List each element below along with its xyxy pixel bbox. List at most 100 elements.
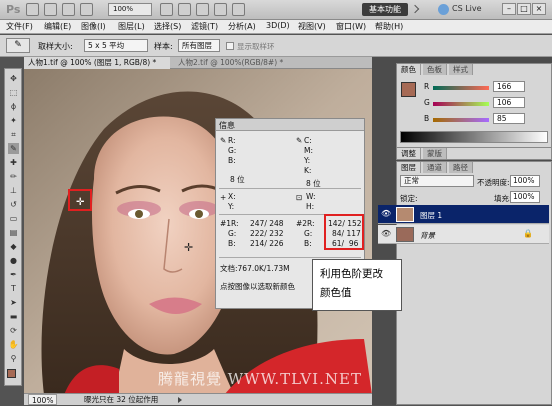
show-ring-checkbox[interactable] (226, 42, 234, 50)
layer-name[interactable]: 图层 1 (420, 210, 442, 221)
sample2-r-value: 142/ 152 (328, 219, 362, 228)
b-value[interactable]: 85 (493, 113, 525, 124)
menu-view[interactable]: 视图(V) (298, 21, 326, 32)
fill-value[interactable]: 100% (510, 191, 540, 203)
type-tool-icon[interactable]: T (8, 283, 19, 294)
info-y-coord-label: Y: (228, 202, 235, 211)
menu-window[interactable]: 窗口(W) (336, 21, 366, 32)
r-slider[interactable] (433, 86, 489, 90)
tab-swatches[interactable]: 色板 (423, 64, 447, 75)
status-menu-icon[interactable] (178, 397, 182, 403)
cs-live-label[interactable]: CS Live (452, 4, 482, 13)
arrange-documents-icon[interactable] (214, 3, 227, 16)
menu-filter[interactable]: 滤镜(T) (191, 21, 218, 32)
g-slider[interactable] (433, 102, 489, 106)
sample-select[interactable]: 所有图层 (178, 39, 220, 52)
status-bar: 100% 曝光只在 32 位起作用 (24, 393, 372, 405)
lasso-tool-icon[interactable]: ϕ (8, 101, 19, 112)
info-g-label: G: (228, 146, 237, 155)
info-h-label: H: (306, 202, 315, 211)
menu-edit[interactable]: 编辑(E) (44, 21, 71, 32)
bridge-icon[interactable] (26, 3, 39, 16)
info-b-label: B: (228, 156, 236, 165)
menu-file[interactable]: 文件(F) (6, 21, 33, 32)
menu-layer[interactable]: 图层(L) (118, 21, 145, 32)
blend-mode-select[interactable]: 正常 (400, 175, 474, 187)
marquee-tool-icon[interactable]: ⬚ (8, 87, 19, 98)
workspace-button[interactable]: 基本功能 (362, 3, 408, 16)
pen-tool-icon[interactable]: ✒ (8, 269, 19, 280)
zoom-tool-icon[interactable] (178, 3, 191, 16)
layer-thumbnail (396, 227, 414, 242)
zoom-tool-icon[interactable]: ⚲ (8, 353, 19, 364)
menu-select[interactable]: 选择(S) (154, 21, 181, 32)
sample2-r-label: #2R: (296, 219, 315, 228)
mini-bridge-icon[interactable] (44, 3, 57, 16)
maximize-icon[interactable]: □ (517, 3, 531, 15)
dodge-tool-icon[interactable]: ● (8, 255, 19, 266)
menu-image[interactable]: 图像(I) (81, 21, 106, 32)
color-ramp[interactable] (400, 131, 548, 143)
opacity-value[interactable]: 100% (510, 175, 540, 187)
path-selection-tool-icon[interactable]: ➤ (8, 297, 19, 308)
tab-masks[interactable]: 蒙版 (423, 148, 447, 159)
foreground-color-swatch[interactable] (7, 369, 16, 378)
layer-row-1[interactable]: 👁 图层 1 (378, 205, 549, 224)
move-tool-icon[interactable]: ✥ (8, 73, 19, 84)
tab-layers[interactable]: 图层 (397, 162, 421, 173)
quick-select-tool-icon[interactable]: ✦ (8, 115, 19, 126)
screen-mode-icon[interactable] (232, 3, 245, 16)
close-icon[interactable]: × (532, 3, 546, 15)
tab-document-2[interactable]: 人物2.tif @ 100%(RGB/8#) * (174, 57, 314, 69)
menu-3d[interactable]: 3D(D) (266, 21, 290, 30)
lock-icon: 🔒 (523, 229, 533, 238)
tab-adjustments[interactable]: 调整 (397, 148, 421, 159)
3d-tool-icon[interactable]: ⟳ (8, 325, 19, 336)
tab-color[interactable]: 颜色 (397, 64, 421, 75)
healing-brush-tool-icon[interactable]: ✚ (8, 157, 19, 168)
eraser-tool-icon[interactable]: ▭ (8, 213, 19, 224)
menu-help[interactable]: 帮助(H) (375, 21, 403, 32)
menu-analysis[interactable]: 分析(A) (228, 21, 256, 32)
guides-icon[interactable] (62, 3, 75, 16)
status-zoom[interactable]: 100% (28, 394, 58, 405)
eyedropper-preset-icon[interactable]: ✎ (6, 38, 30, 53)
svg-text:✛: ✛ (184, 241, 193, 254)
crop-tool-icon[interactable]: ⌗ (8, 129, 19, 140)
eyedropper-tool-icon[interactable]: ✎ (8, 143, 19, 154)
tab-paths[interactable]: 路径 (449, 162, 473, 173)
info-w-label: W: (306, 192, 316, 201)
application-bar: Ps 100% 基本功能 CS Live – □ × (0, 0, 552, 20)
blur-tool-icon[interactable]: ◆ (8, 241, 19, 252)
hand-tool-icon[interactable]: ✋ (8, 339, 19, 350)
tab-styles[interactable]: 样式 (449, 64, 473, 75)
tab-channels[interactable]: 通道 (423, 162, 447, 173)
layer-name[interactable]: 背景 (420, 230, 435, 241)
zoom-level-icon[interactable] (80, 3, 93, 16)
eye-icon[interactable]: 👁 (381, 209, 391, 218)
rotate-view-icon[interactable] (196, 3, 209, 16)
info-c-label: C: (304, 136, 312, 145)
minimize-icon[interactable]: – (502, 3, 516, 15)
color-panel-foreground-swatch[interactable] (401, 82, 416, 97)
layer-row-2[interactable]: 👁 背景 🔒 (378, 225, 549, 244)
brush-tool-icon[interactable]: ✏ (8, 171, 19, 182)
photoshop-logo: Ps (6, 3, 21, 16)
eye-icon[interactable]: 👁 (381, 229, 391, 238)
b-slider[interactable] (433, 118, 489, 122)
hand-tool-icon[interactable] (160, 3, 173, 16)
sample-size-select[interactable]: 5 x 5 平均 (84, 39, 148, 52)
gradient-tool-icon[interactable]: ▤ (8, 227, 19, 238)
chevron-right-icon[interactable] (410, 4, 420, 14)
menu-bar: 文件(F) 编辑(E) 图像(I) 图层(L) 选择(S) 滤镜(T) 分析(A… (0, 20, 552, 34)
sample1-b-value: 214/ 226 (250, 239, 284, 248)
zoom-select[interactable]: 100% (108, 3, 152, 16)
r-value[interactable]: 166 (493, 81, 525, 92)
svg-text:✛: ✛ (76, 197, 85, 208)
history-brush-tool-icon[interactable]: ↺ (8, 199, 19, 210)
info-panel-title[interactable]: 信息 (219, 120, 235, 131)
tab-document-1[interactable]: 人物1.tif @ 100% (图层 1, RGB/8) * (24, 57, 170, 69)
clone-stamp-tool-icon[interactable]: ⊥ (8, 185, 19, 196)
shape-tool-icon[interactable]: ▬ (8, 311, 19, 322)
g-value[interactable]: 106 (493, 97, 525, 108)
